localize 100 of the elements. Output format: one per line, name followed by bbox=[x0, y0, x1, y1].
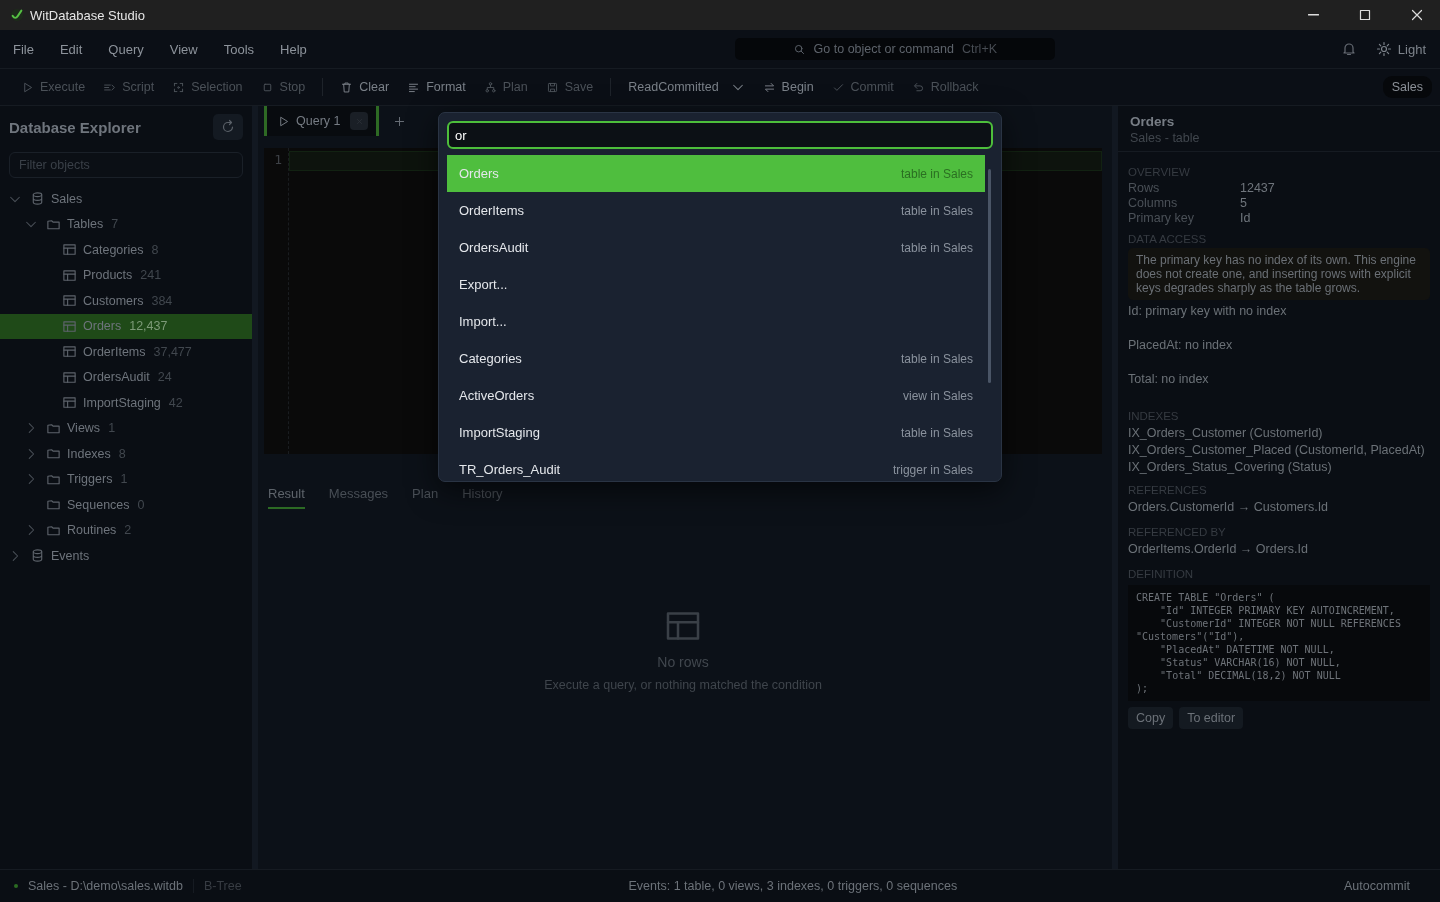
result-item[interactable]: ActiveOrders view in Sales bbox=[447, 377, 985, 414]
property-value: 12437 bbox=[1240, 181, 1276, 195]
tree-item[interactable]: OrdersAudit 24 bbox=[0, 364, 252, 390]
window-title: WitDatabase Studio bbox=[30, 7, 145, 23]
definition-code: CREATE TABLE "Orders" ( "Id" INTEGER PRIMARY KEY AUTOINCREMENT, "CustomerId" INTEGER NOT NULL REFERENCES "Customers"("Id"), "PlacedAt" DATETIME NOT NULL, "Status" VARCHAR(16) NOT NULL, "Total" DECIMAL(18,2) NOT NULL ); bbox=[1128, 585, 1430, 701]
command-search-field[interactable]: Go to object or command Ctrl+K bbox=[734, 38, 1055, 60]
item-count: 241 bbox=[140, 268, 162, 283]
reference-entry: Orders.CustomerId → Customers.Id bbox=[1128, 499, 1330, 516]
swap-icon bbox=[762, 80, 776, 94]
panel-title: Database Explorer bbox=[9, 118, 141, 136]
result-item[interactable]: TR_Orders_Audit trigger in Sales bbox=[447, 451, 985, 488]
result-item[interactable]: OrdersAudit table in Sales bbox=[447, 229, 985, 266]
result-item[interactable]: OrderItems table in Sales bbox=[447, 192, 985, 229]
play-icon bbox=[277, 114, 290, 128]
search-icon bbox=[792, 42, 806, 56]
close-tab-button[interactable] bbox=[350, 112, 369, 130]
minimize-icon bbox=[1307, 14, 1319, 16]
result-detail: table in Sales bbox=[900, 425, 973, 440]
tree-label: OrdersAudit bbox=[83, 370, 150, 385]
property-value: 5 bbox=[1240, 196, 1248, 210]
item-count: 8 bbox=[151, 242, 159, 257]
menu-item[interactable]: Help bbox=[271, 35, 316, 63]
undo-icon bbox=[911, 80, 925, 94]
result-label: Import... bbox=[459, 314, 507, 329]
item-count: 42 bbox=[168, 395, 183, 410]
to-editor-button[interactable]: To editor bbox=[1179, 707, 1244, 729]
result-label: OrdersAudit bbox=[459, 240, 529, 255]
result-item[interactable]: Import... bbox=[447, 303, 985, 340]
tree-item[interactable]: Customers 384 bbox=[0, 288, 252, 314]
scrollbar-thumb[interactable] bbox=[988, 169, 991, 383]
refresh-icon bbox=[220, 119, 236, 135]
menu-item[interactable]: View bbox=[160, 35, 207, 63]
tree-item[interactable]: OrderItems 37,477 bbox=[0, 339, 252, 365]
tree-item[interactable]: Products 241 bbox=[0, 262, 252, 288]
tree-label: Triggers bbox=[67, 472, 113, 487]
result-item[interactable]: Orders table in Sales bbox=[447, 155, 985, 192]
item-count: 2 bbox=[124, 523, 132, 538]
copy-button[interactable]: Copy bbox=[1128, 707, 1174, 729]
toolbar-button[interactable]: Begin bbox=[755, 76, 821, 98]
item-count: 1 bbox=[120, 472, 128, 487]
reference-entry: OrderItems.OrderId → Orders.Id bbox=[1128, 541, 1309, 558]
property-label: Primary key bbox=[1128, 211, 1195, 225]
menu-item[interactable]: Tools bbox=[214, 35, 264, 63]
result-tab[interactable]: Result bbox=[268, 486, 305, 509]
tree-item[interactable]: Events bbox=[0, 543, 252, 569]
result-detail: table in Sales bbox=[900, 203, 973, 218]
toolbar-button[interactable]: Clear bbox=[333, 76, 397, 98]
tree-label: Customers bbox=[83, 293, 144, 308]
menu-item[interactable]: Query bbox=[99, 35, 153, 63]
item-count: 24 bbox=[157, 370, 172, 385]
tree-label: Tables bbox=[67, 217, 104, 232]
result-tab[interactable]: Plan bbox=[412, 486, 439, 509]
tree-item[interactable]: Triggers 1 bbox=[0, 466, 252, 492]
result-item[interactable]: ImportStaging table in Sales bbox=[447, 414, 985, 451]
tree-item[interactable]: Sequences 0 bbox=[0, 492, 252, 518]
index-entry: IX_Orders_Customer_Placed (CustomerId, PlacedAt) bbox=[1128, 442, 1426, 459]
result-label: TR_Orders_Audit bbox=[459, 462, 561, 477]
play-icon bbox=[21, 80, 34, 94]
result-detail: view in Sales bbox=[902, 388, 973, 403]
refresh-button[interactable] bbox=[213, 114, 243, 140]
editor-tab[interactable]: Query 1 bbox=[264, 106, 380, 136]
tree-item[interactable]: ImportStaging 42 bbox=[0, 390, 252, 416]
tree-label: Events bbox=[51, 548, 90, 563]
close-icon bbox=[1409, 7, 1425, 23]
tree-item[interactable]: Routines 2 bbox=[0, 517, 252, 543]
tree-item[interactable]: Tables 7 bbox=[0, 211, 252, 237]
result-detail: table in Sales bbox=[900, 166, 973, 181]
menu-item[interactable]: File bbox=[4, 35, 43, 63]
theme-label: Light bbox=[1397, 41, 1426, 57]
trash-icon bbox=[340, 80, 354, 94]
isolation-level-dropdown[interactable]: ReadCommitted bbox=[621, 76, 752, 98]
item-count: 8 bbox=[118, 446, 126, 461]
tree-item[interactable]: Orders 12,437 bbox=[0, 313, 252, 339]
tree-label: Orders bbox=[83, 319, 122, 334]
result-label: Orders bbox=[459, 166, 499, 181]
toolbar-button[interactable]: Format bbox=[400, 76, 473, 98]
tree-label: Categories bbox=[83, 242, 144, 257]
property-label: Rows bbox=[1128, 181, 1161, 195]
result-item[interactable]: Categories table in Sales bbox=[447, 340, 985, 377]
item-count: 384 bbox=[151, 293, 173, 308]
result-item[interactable]: Export... bbox=[447, 266, 985, 303]
database-badge: Sales bbox=[1382, 76, 1432, 98]
result-label: ActiveOrders bbox=[459, 388, 535, 403]
item-count: 0 bbox=[137, 497, 145, 512]
plus-icon bbox=[393, 114, 407, 128]
app-logo-icon bbox=[10, 8, 24, 22]
details-subtitle: Sales - table bbox=[1130, 131, 1201, 145]
tree-item[interactable]: Sales bbox=[0, 186, 252, 212]
quick-open-field[interactable]: or bbox=[447, 121, 993, 149]
tree-item[interactable]: Categories 8 bbox=[0, 237, 252, 263]
menu-item[interactable]: Edit bbox=[50, 35, 92, 63]
item-count: 37,477 bbox=[153, 344, 192, 359]
result-tab[interactable]: Messages bbox=[328, 486, 389, 509]
result-detail: table in Sales bbox=[900, 240, 973, 255]
theme-toggle-button[interactable]: Light bbox=[1375, 41, 1426, 57]
table-icon bbox=[62, 267, 77, 283]
tree-item[interactable]: Indexes 8 bbox=[0, 441, 252, 467]
tree-item[interactable]: Views 1 bbox=[0, 415, 252, 441]
tree-label: Indexes bbox=[67, 446, 111, 461]
property-label: Columns bbox=[1128, 196, 1179, 210]
